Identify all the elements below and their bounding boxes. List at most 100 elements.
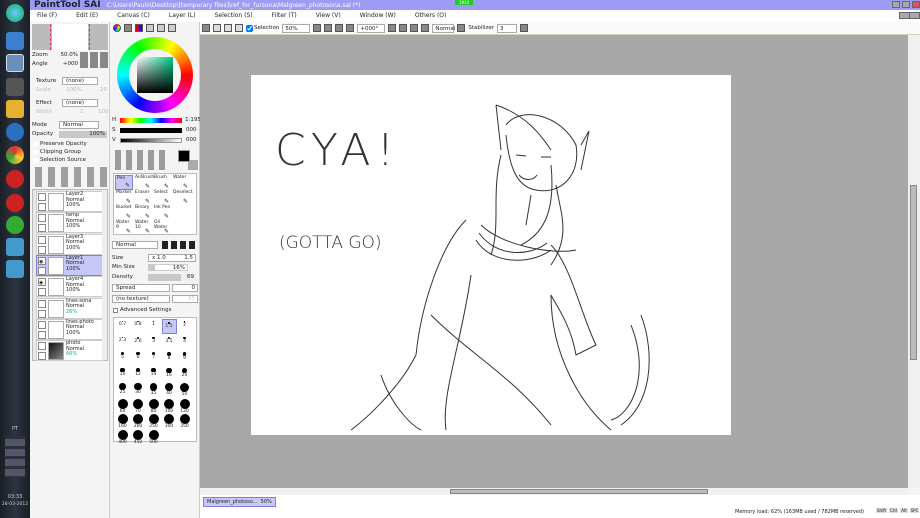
invert-selection-button[interactable] bbox=[235, 24, 243, 32]
brush-size-preset[interactable]: 8 bbox=[162, 350, 177, 365]
stabilizer-dropdown-button[interactable] bbox=[520, 24, 528, 32]
tool-airbrush[interactable]: AirBrush ✎ bbox=[134, 175, 154, 190]
clock-time[interactable]: 03:33 bbox=[0, 494, 30, 500]
brush-size-preset[interactable]: 2.3 bbox=[115, 335, 130, 350]
menu-file[interactable]: File (F) bbox=[37, 10, 69, 22]
brush-size-preset[interactable]: 1 bbox=[146, 319, 161, 334]
tool-brush[interactable]: Brush ✎ bbox=[153, 175, 171, 190]
texture-select[interactable]: (none) bbox=[62, 77, 98, 85]
saturation-value-square[interactable] bbox=[137, 57, 173, 93]
taskbar-app-icon[interactable] bbox=[6, 170, 24, 188]
nav-zoom-row[interactable]: Zoom 50.0% bbox=[32, 51, 78, 60]
spread-select[interactable]: Spread bbox=[112, 284, 170, 292]
menu-selection[interactable]: Selection (S) bbox=[215, 10, 265, 22]
drawing-canvas[interactable]: CYA! (GOTTA GO) bbox=[251, 75, 731, 435]
taskbar-media-icon[interactable] bbox=[6, 123, 24, 141]
opacity-slider[interactable]: 100% bbox=[59, 131, 107, 138]
visibility-toggle[interactable] bbox=[38, 235, 46, 244]
blend-select[interactable]: Normal bbox=[432, 23, 455, 33]
zoom-select[interactable]: 50% bbox=[282, 23, 311, 33]
lock-toggle[interactable] bbox=[38, 309, 46, 318]
menu-window[interactable]: Window (W) bbox=[360, 10, 408, 22]
taskbar-app-icon[interactable] bbox=[6, 216, 24, 234]
eye-icon[interactable]: ◉ bbox=[38, 256, 46, 265]
angle-dropdown-button[interactable] bbox=[388, 24, 397, 32]
menu-others[interactable]: Others (O) bbox=[415, 10, 458, 22]
rotate-left-button[interactable] bbox=[399, 24, 408, 32]
brush-size-preset[interactable]: 10 bbox=[115, 366, 130, 381]
tray-icons[interactable] bbox=[5, 436, 25, 478]
redo-button[interactable] bbox=[213, 24, 221, 32]
brush-size-preset[interactable]: 300 bbox=[162, 412, 177, 429]
brush-size-preset[interactable]: 0.7 bbox=[115, 319, 130, 334]
brush-size-preset[interactable]: 60 bbox=[115, 397, 130, 414]
brush-size-preset[interactable]: 50 bbox=[177, 381, 192, 397]
document-tab[interactable]: Malgreen_photoso... 50% bbox=[203, 497, 276, 507]
pen-icon[interactable] bbox=[38, 266, 46, 275]
tool-water-9[interactable]: Water 9 ✎ bbox=[115, 220, 133, 235]
deselect-button[interactable] bbox=[224, 24, 232, 32]
lock-toggle[interactable] bbox=[38, 203, 46, 211]
visibility-toggle[interactable] bbox=[38, 193, 46, 201]
language-indicator[interactable]: PT bbox=[0, 426, 30, 432]
brush-size-preset[interactable]: 120 bbox=[177, 397, 192, 414]
flip-button[interactable] bbox=[457, 24, 466, 32]
layer-item[interactable]: photo Normal 66% bbox=[36, 340, 104, 362]
tool-select[interactable]: Select ✎ bbox=[153, 190, 171, 205]
taskbar-app-icon[interactable] bbox=[6, 32, 24, 50]
visibility-toggle[interactable] bbox=[38, 320, 46, 329]
navigator-preview[interactable] bbox=[32, 24, 108, 50]
menu-canvas[interactable]: Canvas (C) bbox=[117, 10, 162, 22]
tool-marker[interactable]: Marker ✎ bbox=[115, 190, 133, 205]
lock-toggle[interactable] bbox=[38, 352, 46, 361]
taskbar-folder-icon[interactable] bbox=[6, 100, 24, 118]
tool-ink-pen[interactable]: Ink Pen ✎ bbox=[153, 205, 171, 220]
brush-size-preset[interactable]: 30 bbox=[131, 381, 146, 396]
brush-size-preset[interactable]: 35 bbox=[146, 381, 161, 396]
mode-select[interactable]: Normal bbox=[59, 121, 99, 129]
brush-size-preset[interactable]: 3.5 bbox=[162, 335, 177, 350]
layer-item[interactable]: Layer2 Normal 100% bbox=[36, 191, 104, 212]
stabilizer-select[interactable]: 3 bbox=[497, 23, 517, 33]
brush-size-preset[interactable]: 25 bbox=[115, 381, 130, 396]
rotate-right-button[interactable] bbox=[410, 24, 419, 32]
horizontal-scroll-thumb[interactable] bbox=[450, 489, 708, 494]
taskbar-window-icon[interactable] bbox=[6, 238, 24, 256]
lock-toggle[interactable] bbox=[38, 288, 46, 297]
menu-filter[interactable]: Filter (T) bbox=[272, 10, 309, 22]
layer-scrollbar[interactable] bbox=[102, 190, 107, 360]
brush-size-preset[interactable]: 6 bbox=[131, 350, 146, 365]
saturation-slider[interactable] bbox=[120, 128, 182, 133]
rotate-reset-button[interactable] bbox=[421, 24, 430, 32]
tool-binary[interactable]: Binary ✎ bbox=[134, 205, 152, 220]
menu-edit[interactable]: Edit (E) bbox=[76, 10, 110, 22]
brush-size-preset[interactable]: 450 bbox=[131, 428, 146, 445]
min-size-slider[interactable]: 16% bbox=[148, 264, 188, 271]
vertical-scroll-thumb[interactable] bbox=[910, 185, 917, 360]
tool-water[interactable]: Water ✎ bbox=[172, 175, 190, 190]
brush-size-preset[interactable]: 3 bbox=[146, 335, 161, 350]
advanced-settings-box[interactable] bbox=[113, 308, 118, 313]
layer-item[interactable]: lines-sona Normal 26% bbox=[36, 297, 104, 319]
undo-button[interactable] bbox=[202, 24, 210, 32]
brush-size-preset[interactable]: 400 bbox=[115, 428, 130, 445]
brush-size-preset[interactable]: 70 bbox=[131, 397, 146, 414]
maximize-button[interactable] bbox=[902, 1, 910, 8]
brush-shape-buttons[interactable] bbox=[162, 241, 198, 249]
taskbar-sai-icon[interactable] bbox=[6, 54, 24, 72]
minimize-button[interactable] bbox=[892, 1, 900, 8]
nav-buttons[interactable] bbox=[80, 52, 108, 68]
value-slider[interactable] bbox=[120, 138, 182, 143]
zoom-reset-button[interactable] bbox=[346, 24, 355, 32]
lock-toggle[interactable] bbox=[38, 330, 46, 339]
brush-size-preset[interactable]: 0.8 bbox=[131, 319, 146, 334]
selection-source-checkbox[interactable]: Selection Source bbox=[32, 156, 107, 165]
brush-mode-select[interactable]: Normal bbox=[112, 241, 158, 249]
vertical-scrollbar[interactable] bbox=[908, 35, 920, 488]
brush-size-preset[interactable]: 350 bbox=[177, 412, 192, 429]
layer-item[interactable]: temp Normal 100% bbox=[36, 212, 104, 234]
brush-size-preset[interactable]: 20 bbox=[177, 366, 192, 381]
brush-size-preset[interactable]: 500 bbox=[146, 428, 161, 445]
advanced-settings-checkbox[interactable]: Advanced Settings bbox=[112, 306, 197, 315]
spread-value[interactable]: 0 bbox=[172, 284, 198, 292]
